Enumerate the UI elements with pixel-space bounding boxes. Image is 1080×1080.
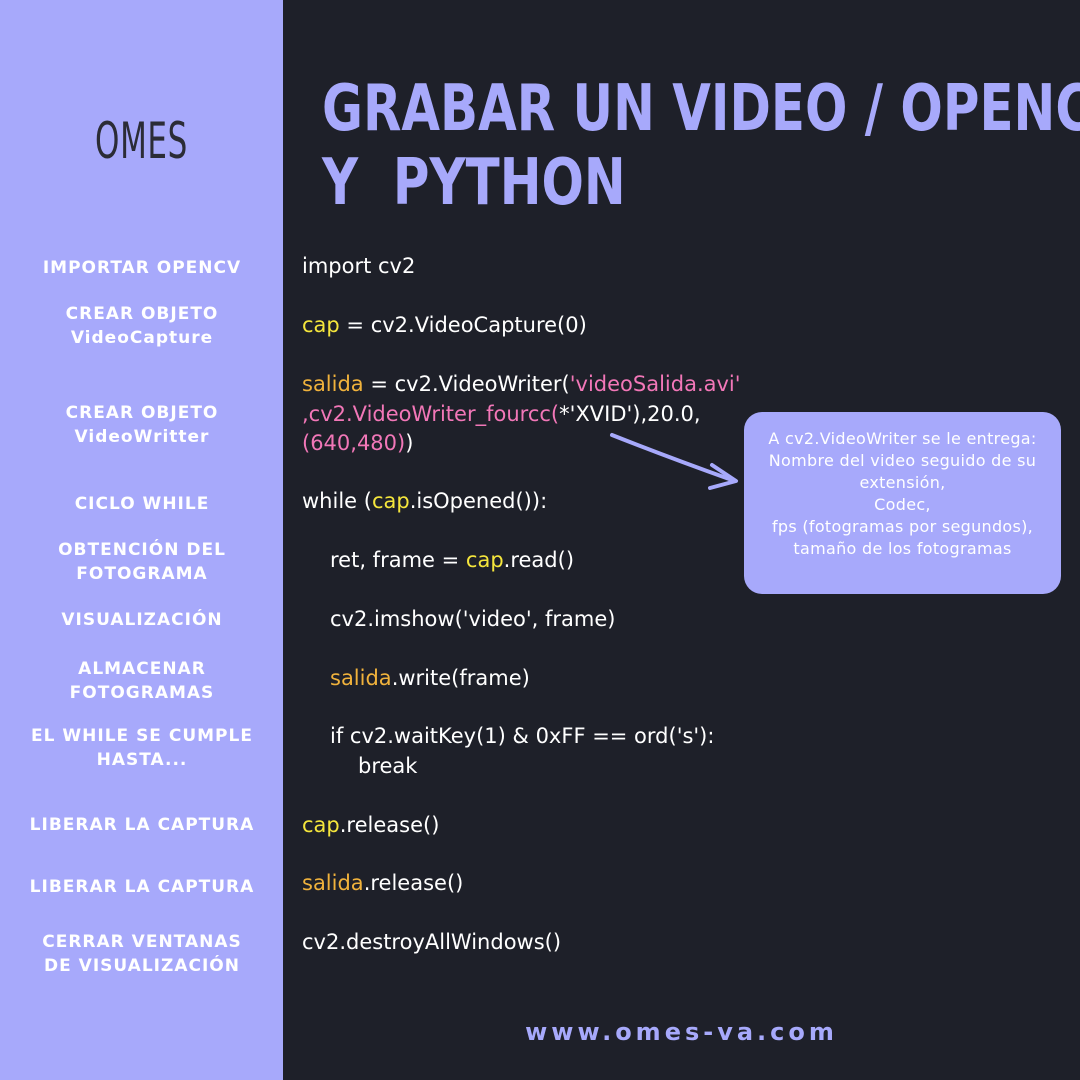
step-label-while: CICLO WHILE xyxy=(74,494,210,514)
code-while: while (cap.isOpened()): xyxy=(302,489,548,513)
code-release-salida: salida.release() xyxy=(302,871,464,895)
code-break: break xyxy=(358,754,418,778)
step-label-frame: OBTENCIÓN DEL FOTOGRAMA xyxy=(58,540,226,584)
step-label-import: IMPORTAR OPENCV xyxy=(42,258,242,278)
step-label-videowriter: CREAR OBJETO VideoWritter xyxy=(65,403,219,447)
step-label-videocapture: CREAR OBJETO VideoCapture xyxy=(65,304,219,348)
step-label-visualization: VISUALIZACIÓN xyxy=(61,610,223,630)
code-release-cap: cap.release() xyxy=(302,813,440,837)
callout-text: A cv2.VideoWriter se le entrega: Nombre … xyxy=(768,429,1037,558)
step-label-while-condition: EL WHILE SE CUMPLE HASTA... xyxy=(31,726,253,770)
brand-logo-text: OMES xyxy=(95,112,188,170)
step-label-store-frames: ALMACENAR FOTOGRAMAS xyxy=(69,659,215,703)
code-imshow: cv2.imshow('video', frame) xyxy=(330,607,616,631)
page-title: GRABAR UN VIDEO / OPENCV Y PYTHON xyxy=(322,72,1080,220)
step-label-close-windows: CERRAR VENTANAS DE VISUALIZACIÓN xyxy=(42,932,242,976)
arrow-icon xyxy=(610,433,738,490)
var-salida: salida xyxy=(302,372,364,396)
footer-url[interactable]: www.omes-va.com xyxy=(283,1018,1080,1046)
code-videowriter-line3: (640,480)) xyxy=(302,431,414,455)
var-cap: cap xyxy=(302,313,340,337)
code-import: import cv2 xyxy=(302,254,416,278)
code-videowriter-line1: salida = cv2.VideoWriter('videoSalida.av… xyxy=(302,372,741,396)
string-filename: 'videoSalida.avi' xyxy=(569,372,741,396)
code-destroy: cv2.destroyAllWindows() xyxy=(302,930,562,954)
code-write: salida.write(frame) xyxy=(330,666,530,690)
code-read: ret, frame = cap.read() xyxy=(330,548,575,572)
code-waitkey: if cv2.waitKey(1) & 0xFF == ord('s'): xyxy=(330,724,715,748)
code-videocapture: cap = cv2.VideoCapture(0) xyxy=(302,313,587,337)
step-label-release-writer: LIBERAR LA CAPTURA xyxy=(29,877,255,897)
step-label-release-capture: LIBERAR LA CAPTURA xyxy=(29,815,255,835)
